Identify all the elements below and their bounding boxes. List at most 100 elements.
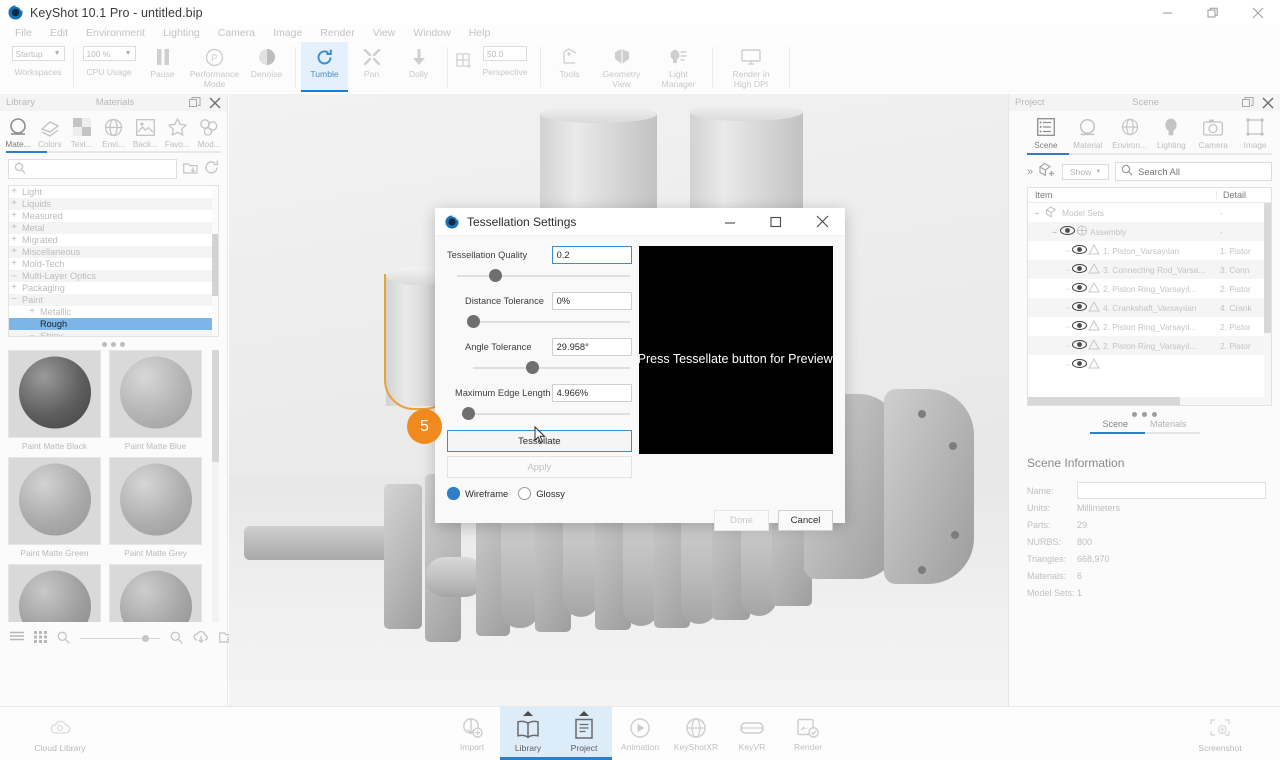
library-tab[interactable]: Library — [6, 97, 35, 108]
table-row[interactable]: − Model Sets - — [1028, 203, 1271, 222]
tessellation-quality-slider[interactable] — [447, 266, 632, 286]
keyvr-button[interactable]: KeyVR — [724, 707, 780, 760]
table-row[interactable]: ┈ 3. Connecting Rod_Varsa... 3. Conn — [1028, 260, 1271, 279]
expander-plus-icon[interactable]: + — [9, 259, 19, 269]
menu-item-window[interactable]: Window — [404, 25, 459, 42]
library-search-box[interactable] — [8, 159, 177, 179]
zoom-out-icon[interactable] — [57, 631, 70, 647]
project-splitter-handle[interactable] — [1009, 406, 1280, 419]
table-row[interactable]: ┈ 2. Piston Ring_Varsayıl... 2. Pistor — [1028, 279, 1271, 298]
table-row[interactable]: ┈ 4. Crankshaft_Varsayılan 4. Crank — [1028, 298, 1271, 317]
expander-plus-icon[interactable]: + — [27, 307, 37, 317]
cloud-library-button[interactable]: Cloud Library — [0, 707, 120, 760]
subtab-materials[interactable]: Materials — [1150, 419, 1187, 429]
close-icon[interactable] — [799, 208, 845, 236]
tree-item[interactable]: ┈ Multi-Layer Optics — [9, 270, 218, 282]
project-tab-environment[interactable]: Environ... — [1109, 116, 1151, 150]
tree-scrollbar[interactable] — [212, 186, 218, 336]
table-row[interactable]: − Assembly - — [1028, 222, 1271, 241]
expander-minus-icon[interactable]: − — [1028, 208, 1046, 218]
pan-button[interactable]: Pan — [348, 42, 395, 92]
tree-item[interactable]: ┈ Shiny — [9, 330, 218, 336]
project-tab-lighting[interactable]: Lighting — [1150, 116, 1192, 150]
cpu-usage-group[interactable]: 100 % ▼ CPU Usage — [79, 42, 139, 92]
tree-item[interactable]: + Mold-Tech — [9, 258, 218, 270]
grid-scrollbar[interactable] — [212, 350, 219, 622]
angle-tolerance-slider[interactable] — [463, 358, 632, 378]
menu-item-environment[interactable]: Environment — [77, 25, 154, 42]
screenshot-button[interactable]: Screenshot — [1160, 707, 1280, 760]
expander-plus-icon[interactable]: + — [9, 247, 19, 257]
cpu-usage-dropdown[interactable]: 100 % ▼ — [82, 46, 136, 61]
visibility-eye-icon[interactable] — [1071, 263, 1088, 275]
tree-item[interactable]: + Measured — [9, 210, 218, 222]
render-high-dpi-button[interactable]: Render in High DPI — [718, 42, 784, 92]
table-row[interactable]: ┈ 1. Piston_Varsayılan 1. Pistor — [1028, 241, 1271, 260]
cancel-button[interactable]: Cancel — [778, 510, 833, 531]
keyshotxr-button[interactable]: KeyShotXR — [668, 707, 724, 760]
restore-icon[interactable] — [1190, 0, 1235, 25]
visibility-eye-icon[interactable] — [1071, 301, 1088, 313]
tessellation-settings-dialog[interactable]: Tessellation Settings Tessellation Quali… — [435, 208, 845, 531]
thumbnail-size-slider[interactable] — [80, 634, 160, 644]
tree-item[interactable]: + Miscellaneous — [9, 246, 218, 258]
menu-item-file[interactable]: File — [6, 25, 41, 42]
material-thumbnail[interactable] — [8, 350, 101, 438]
menu-item-image[interactable]: Image — [264, 25, 311, 42]
tree-item-rough[interactable]: ┈ Rough — [9, 318, 218, 330]
scene-tree-vertical-scrollbar[interactable] — [1264, 203, 1271, 397]
tree-item[interactable]: + Liquids — [9, 198, 218, 210]
import-button[interactable]: Import — [444, 707, 500, 760]
subtab-scene[interactable]: Scene — [1102, 419, 1128, 429]
minimize-icon[interactable] — [1145, 0, 1190, 25]
performance-mode-button[interactable]: P Performance Mode — [186, 42, 243, 92]
maximum-edge-length-slider[interactable] — [453, 404, 632, 424]
distance-tolerance-slider[interactable] — [463, 312, 632, 332]
cloud-download-icon[interactable] — [193, 630, 209, 647]
project-tab[interactable]: Project — [1015, 97, 1045, 108]
close-icon[interactable] — [209, 97, 221, 109]
visibility-eye-icon[interactable] — [1071, 282, 1088, 294]
menu-item-camera[interactable]: Camera — [209, 25, 264, 42]
scene-name-input[interactable] — [1077, 482, 1266, 499]
expander-plus-icon[interactable]: + — [9, 199, 19, 209]
library-tab-environments[interactable]: Envi... — [98, 116, 130, 151]
expander-plus-icon[interactable]: + — [9, 187, 19, 197]
material-cell[interactable] — [8, 564, 101, 622]
menu-item-render[interactable]: Render — [311, 25, 363, 42]
expander-plus-icon[interactable]: + — [9, 211, 19, 221]
library-search-input[interactable] — [30, 163, 171, 175]
close-icon[interactable] — [1235, 0, 1280, 25]
angle-tolerance-input[interactable]: 29.958° — [551, 338, 632, 356]
perspective-group[interactable]: 50.0 Perspective — [453, 42, 535, 92]
panel-splitter-handle[interactable] — [0, 337, 227, 350]
project-tab-scene[interactable]: Scene — [1025, 116, 1067, 150]
perspective-input[interactable]: 50.0 — [483, 46, 527, 61]
visibility-eye-icon[interactable] — [1071, 244, 1088, 256]
visibility-eye-icon[interactable] — [1071, 320, 1088, 332]
visibility-eye-icon[interactable] — [1071, 358, 1088, 370]
close-icon[interactable] — [1262, 97, 1274, 109]
refresh-icon[interactable] — [204, 160, 219, 178]
tree-item[interactable]: + Light — [9, 186, 218, 198]
list-view-icon[interactable] — [10, 631, 24, 646]
material-thumbnail[interactable] — [109, 350, 202, 438]
library-tab-colors[interactable]: Colors — [34, 116, 66, 151]
denoise-button[interactable]: Denoise — [243, 42, 290, 92]
scene-tab[interactable]: Scene — [1132, 97, 1159, 108]
library-tab-models[interactable]: Mod... — [193, 116, 225, 151]
library-button[interactable]: Library — [500, 707, 556, 760]
project-search-input[interactable] — [1138, 166, 1266, 177]
render-button[interactable]: Render — [780, 707, 836, 760]
expander-minus-icon[interactable]: − — [9, 295, 19, 305]
show-dropdown[interactable]: Show ▼ — [1062, 163, 1110, 180]
material-thumbnail[interactable] — [8, 457, 101, 545]
glossy-radio[interactable]: Glossy — [518, 487, 565, 500]
perspective-value-cell[interactable]: 50.0 Perspective — [475, 42, 535, 92]
maximum-edge-length-input[interactable]: 4.966% — [551, 384, 632, 402]
scene-tree-table[interactable]: Item Detail − Model Sets - − Assembly - … — [1027, 187, 1272, 406]
import-material-icon[interactable] — [183, 161, 198, 178]
table-row[interactable]: ┈ 2. Piston Ring_Varsayıl... 2. Pistor — [1028, 336, 1271, 355]
material-cell[interactable]: Paint Matte Green — [8, 457, 101, 564]
library-tab-backplates[interactable]: Back... — [129, 116, 161, 151]
